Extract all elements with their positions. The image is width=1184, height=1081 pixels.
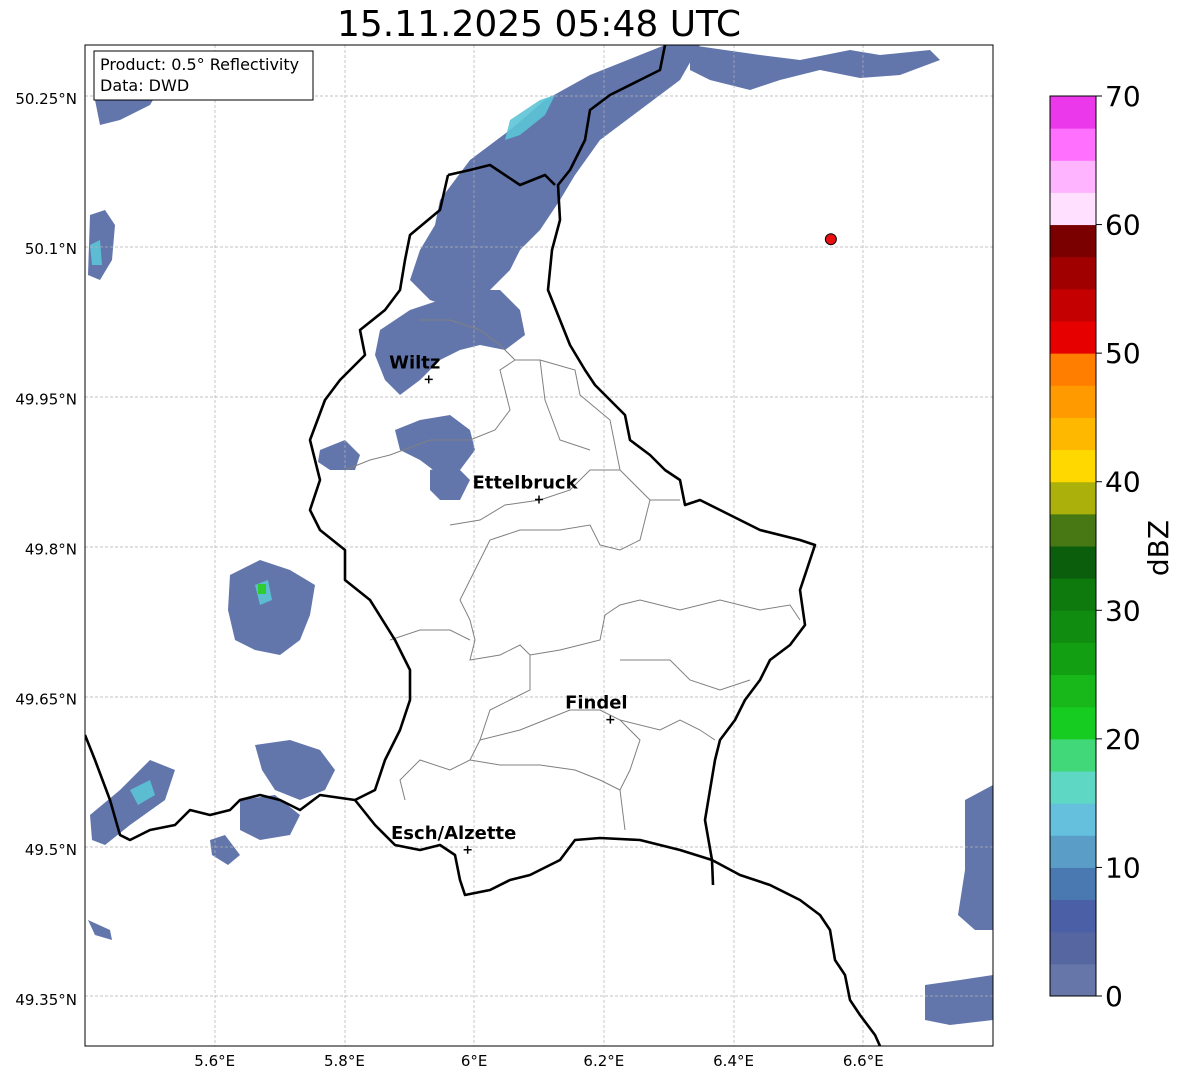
city-label: Findel [565, 693, 628, 714]
colorbar-segment [1050, 899, 1096, 933]
colorbar-segment [1050, 417, 1096, 451]
radar-site-marker [824, 233, 837, 246]
lat-label: 49.8°N [25, 541, 77, 559]
lat-label: 49.95°N [15, 390, 77, 408]
colorbar-tick-label: 20 [1105, 723, 1141, 756]
latitude-labels: 50.25°N 50.1°N 49.95°N 49.8°N 49.65°N 49.5°N 4… [15, 90, 77, 1009]
colorbar-label: dBZ [1142, 520, 1175, 576]
radar-site-dot [824, 233, 837, 246]
colorbar-segment [1050, 96, 1096, 129]
colorbar-segment [1050, 610, 1096, 643]
colorbar-tick-label: 40 [1105, 466, 1141, 499]
colorbar-segment [1050, 513, 1096, 547]
colorbar-tick-label: 50 [1105, 337, 1141, 370]
colorbar [1049, 95, 1097, 997]
colorbar-segment [1050, 835, 1096, 868]
colorbar-segment [1050, 449, 1096, 483]
colorbar-segment [1050, 256, 1096, 290]
colorbar-segment [1050, 803, 1096, 836]
colorbar-tick-label: 0 [1105, 980, 1123, 1013]
map-canvas: Product: 0.5° Reflectivity Data: DWD 50.… [15, 44, 1175, 1070]
colorbar-segment [1050, 353, 1096, 386]
colorbar-segment [1050, 578, 1096, 611]
lon-label: 6°E [461, 1052, 488, 1070]
city-marker-icon [535, 495, 543, 504]
info-box: Product: 0.5° Reflectivity Data: DWD [93, 50, 314, 101]
lon-label: 5.6°E [194, 1052, 235, 1070]
longitude-labels: 5.6°E 5.8°E 6°E 6.2°E 6.4°E 6.6°E [194, 1052, 883, 1070]
colorbar-tick-label: 70 [1105, 80, 1141, 113]
colorbar-tick-labels: 0 10 20 30 40 50 60 70 [1096, 80, 1141, 1013]
canton-borders [344, 319, 801, 831]
colorbar-segment [1050, 642, 1096, 676]
product-text: Product: 0.5° Reflectivity [100, 55, 299, 74]
radar-echo-layer [88, 45, 993, 1025]
lat-label: 49.5°N [25, 841, 77, 859]
city-label: Esch/Alzette [391, 823, 516, 844]
lon-label: 5.8°E [324, 1052, 365, 1070]
lat-label: 49.65°N [15, 691, 77, 709]
colorbar-segment [1050, 192, 1096, 226]
colorbar-segment [1050, 546, 1096, 579]
colorbar-segment [1050, 706, 1096, 740]
lon-label: 6.4°E [713, 1052, 754, 1070]
colorbar-segment [1050, 931, 1096, 965]
lat-label: 50.1°N [25, 240, 77, 258]
colorbar-segment [1050, 160, 1096, 193]
colorbar-tick-label: 10 [1105, 851, 1141, 884]
colorbar-segment [1050, 674, 1096, 708]
colorbar-segment [1050, 288, 1096, 322]
colorbar-segment [1050, 321, 1096, 354]
colorbar-segment [1050, 385, 1096, 418]
city-label: Ettelbruck [472, 472, 578, 493]
colorbar-segment [1050, 128, 1096, 161]
city-label: Wiltz [389, 352, 440, 373]
city-marker-icon [424, 375, 433, 384]
lon-label: 6.6°E [843, 1052, 884, 1070]
colorbar-segment [1050, 867, 1096, 901]
colorbar-segment [1050, 771, 1096, 804]
colorbar-segment [1050, 224, 1096, 258]
lat-label: 49.35°N [15, 991, 77, 1009]
colorbar-segment [1050, 963, 1096, 997]
colorbar-tick-label: 30 [1105, 594, 1141, 627]
colorbar-tick-label: 60 [1105, 209, 1141, 242]
colorbar-segment [1050, 481, 1096, 515]
lon-label: 6.2°E [583, 1052, 624, 1070]
data-source-text: Data: DWD [100, 76, 189, 95]
lat-label: 50.25°N [15, 90, 77, 108]
city-ettelbruck: Ettelbruck [472, 472, 579, 504]
colorbar-segment [1050, 738, 1096, 772]
